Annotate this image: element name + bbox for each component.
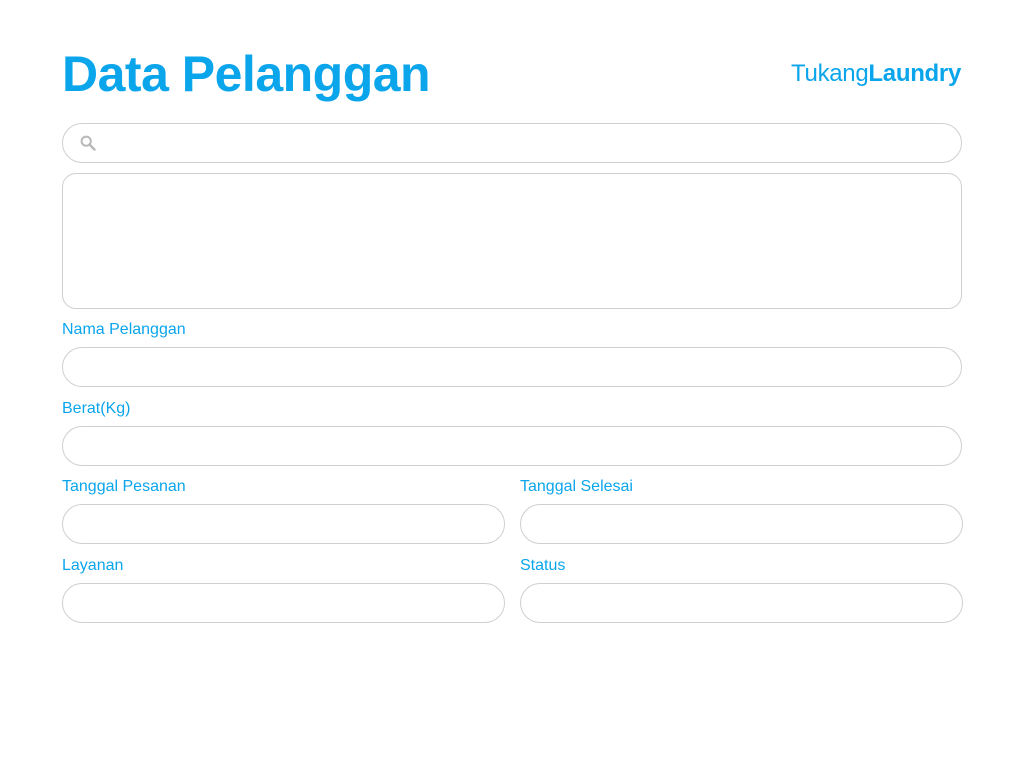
nama-pelanggan-input[interactable] bbox=[62, 347, 962, 387]
tanggal-selesai-label: Tanggal Selesai bbox=[520, 478, 633, 495]
nama-pelanggan-label: Nama Pelanggan bbox=[62, 321, 186, 338]
berat-input[interactable] bbox=[62, 426, 962, 466]
brand-logo-light: Tukang bbox=[791, 60, 869, 87]
page: Data Pelanggan TukangLaundry Nama Pelang… bbox=[0, 0, 1024, 768]
status-label: Status bbox=[520, 557, 566, 574]
page-title: Data Pelanggan bbox=[62, 46, 431, 102]
brand-logo-bold: Laundry bbox=[868, 60, 961, 87]
brand-logo: TukangLaundry bbox=[791, 58, 961, 90]
search-icon bbox=[80, 135, 96, 151]
customer-table[interactable] bbox=[62, 173, 962, 309]
tanggal-pesanan-input[interactable] bbox=[62, 504, 505, 544]
berat-label: Berat(Kg) bbox=[62, 400, 131, 417]
layanan-label: Layanan bbox=[62, 557, 124, 574]
tanggal-selesai-input[interactable] bbox=[520, 504, 963, 544]
search-bar[interactable] bbox=[62, 123, 962, 163]
tanggal-pesanan-label: Tanggal Pesanan bbox=[62, 478, 186, 495]
status-input[interactable] bbox=[520, 583, 963, 623]
layanan-input[interactable] bbox=[62, 583, 505, 623]
search-input[interactable] bbox=[107, 124, 947, 162]
